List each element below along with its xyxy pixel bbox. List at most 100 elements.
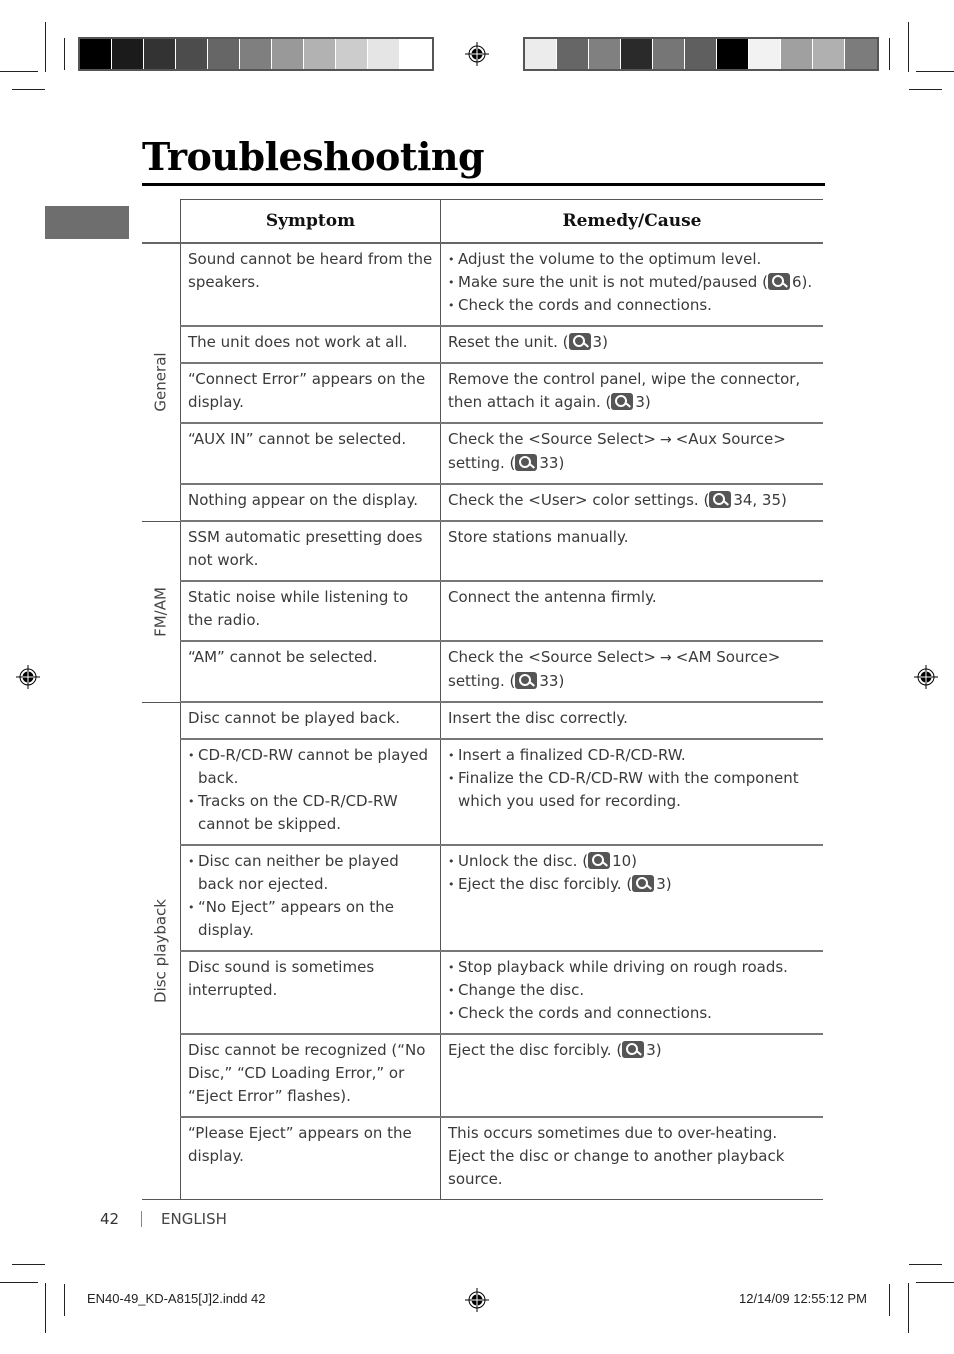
color-swatch — [368, 39, 400, 69]
table-row: The unit does not work at all. Reset the … — [142, 326, 823, 364]
symptom-cell: Sound cannot be heard from the speakers. — [180, 243, 441, 327]
crop-mark — [12, 1264, 45, 1265]
table-row: “AM” cannot be selected. Check the <Sourc… — [142, 641, 823, 703]
footer-divider — [141, 1211, 142, 1227]
remedy-cell: Connect the antenna firmly. — [440, 581, 823, 642]
crop-mark — [908, 22, 909, 72]
color-swatch — [589, 39, 621, 69]
table-row: “Please Eject” appears on the display. Th… — [142, 1117, 823, 1200]
magnifier-reference-icon — [622, 1041, 645, 1058]
color-swatch — [653, 39, 685, 69]
crop-mark — [12, 89, 45, 90]
remedy-item: Eject the disc forcibly. (3) — [448, 873, 817, 896]
remedy-cell: Insert the disc correctly. — [440, 702, 823, 740]
color-swatch — [240, 39, 272, 69]
color-swatch — [272, 39, 304, 69]
color-swatch — [144, 39, 176, 69]
remedy-cell: Unlock the disc. (10)Eject the disc forc… — [440, 845, 823, 952]
color-swatch — [176, 39, 208, 69]
remedy-item: Finalize the CD-R/CD-RW with the compone… — [448, 767, 817, 813]
table-row: “Connect Error” appears on the display. R… — [142, 363, 823, 424]
symptom-item: Disc can neither be played back nor ejec… — [188, 850, 434, 896]
registration-mark-icon — [914, 665, 938, 689]
remedy-cell: This occurs sometimes due to over-heatin… — [440, 1117, 823, 1200]
page-title: Troubleshooting — [142, 134, 485, 179]
remedy-item: Stop playback while driving on rough roa… — [448, 956, 817, 979]
table-row: General Sound cannot be heard from the sp… — [142, 243, 823, 522]
magnifier-reference-icon — [611, 393, 634, 410]
remedy-cell: Remove the control panel, wipe the conne… — [440, 363, 823, 424]
symptom-header: Symptom — [180, 199, 441, 244]
table-row: Disc can neither be played back nor ejec… — [142, 845, 823, 952]
title-rule — [142, 183, 825, 186]
color-swatch — [80, 39, 112, 69]
table-row: CD-R/CD-RW cannot be played back.Tracks … — [142, 739, 823, 846]
remedy-item: Insert a finalized CD-R/CD-RW. — [448, 744, 817, 767]
category-label: Disc playback — [151, 898, 170, 1003]
remedy-list: Insert a finalized CD-R/CD-RW.Finalize t… — [448, 744, 817, 813]
symptom-cell: Nothing appear on the display. — [180, 484, 441, 522]
remedy-cell: Check the <Source Select> → <AM Source> se… — [440, 641, 823, 703]
color-swatch — [336, 39, 368, 69]
magnifier-reference-icon — [515, 672, 538, 689]
category-header — [142, 199, 181, 244]
remedy-item: Check the cords and connections. — [448, 294, 817, 317]
remedy-list: Stop playback while driving on rough roa… — [448, 956, 817, 1025]
table-row: Disc playback Disc cannot be played back.… — [142, 702, 823, 1200]
remedy-cell: Stop playback while driving on rough roa… — [440, 951, 823, 1035]
table-row: Disc sound is sometimes interrupted. Stop… — [142, 951, 823, 1035]
arrow-icon: → — [660, 650, 672, 666]
table-row: FM/AM SSM automatic presetting does not w… — [142, 521, 823, 703]
remedy-header: Remedy/Cause — [440, 199, 823, 244]
table-header-row: Symptom Remedy/Cause — [142, 199, 823, 244]
symptom-cell: Disc cannot be played back. — [180, 702, 441, 740]
remedy-list: Unlock the disc. (10)Eject the disc forc… — [448, 850, 817, 896]
color-swatch — [621, 39, 653, 69]
crop-mark — [64, 1284, 65, 1316]
table-row: “AUX IN” cannot be selected. Check the <S… — [142, 423, 823, 485]
symptom-list: Disc can neither be played back nor ejec… — [188, 850, 434, 942]
arrow-icon: → — [660, 432, 672, 448]
color-swatch — [112, 39, 144, 69]
symptom-cell: Disc cannot be recognized (“No Disc,” “C… — [180, 1034, 441, 1118]
crop-mark — [889, 38, 890, 70]
category-cell: Disc playback — [142, 702, 181, 1200]
section-tab-marker — [45, 206, 129, 239]
color-swatch — [813, 39, 845, 69]
symptom-cell: Disc can neither be played back nor ejec… — [180, 845, 441, 952]
crop-mark — [0, 71, 38, 72]
symptom-item: “No Eject” appears on the display. — [188, 896, 434, 942]
symptom-cell: The unit does not work at all. — [180, 326, 441, 364]
remedy-item: Check the cords and connections. — [448, 1002, 817, 1025]
crop-mark — [909, 1264, 942, 1265]
symptom-item: CD-R/CD-RW cannot be played back. — [188, 744, 434, 790]
registration-mark-icon — [465, 1288, 489, 1312]
magnifier-reference-icon — [709, 491, 732, 508]
color-swatch — [845, 39, 877, 69]
remedy-cell: Adjust the volume to the optimum level.M… — [440, 243, 823, 327]
remedy-cell: Eject the disc forcibly. (3) — [440, 1034, 823, 1118]
symptom-cell: SSM automatic presetting does not work. — [180, 521, 441, 582]
table-row: Static noise while listening to the radi… — [142, 581, 823, 642]
remedy-cell: Store stations manually. — [440, 521, 823, 582]
symptom-cell: “Please Eject” appears on the display. — [180, 1117, 441, 1200]
crop-mark — [45, 22, 46, 72]
remedy-cell: Check the <Source Select> → <Aux Source> s… — [440, 423, 823, 485]
crop-mark — [909, 89, 942, 90]
symptom-cell: Static noise while listening to the radi… — [180, 581, 441, 642]
crop-mark — [916, 71, 954, 72]
symptom-item: Tracks on the CD-R/CD-RW cannot be skipp… — [188, 790, 434, 836]
color-swatch — [400, 39, 432, 69]
remedy-cell: Reset the unit. (3) — [440, 326, 823, 364]
registration-mark-icon — [16, 665, 40, 689]
color-swatch — [781, 39, 813, 69]
symptom-cell: “AUX IN” cannot be selected. — [180, 423, 441, 485]
magnifier-reference-icon — [568, 333, 591, 350]
table-row: Nothing appear on the display. Check the … — [142, 484, 823, 522]
magnifier-reference-icon — [632, 875, 655, 892]
crop-mark — [889, 1284, 890, 1316]
registration-mark-icon — [465, 42, 489, 66]
category-label: General — [151, 352, 170, 412]
category-cell: General — [142, 243, 181, 522]
symptom-cell: Disc sound is sometimes interrupted. — [180, 951, 441, 1035]
